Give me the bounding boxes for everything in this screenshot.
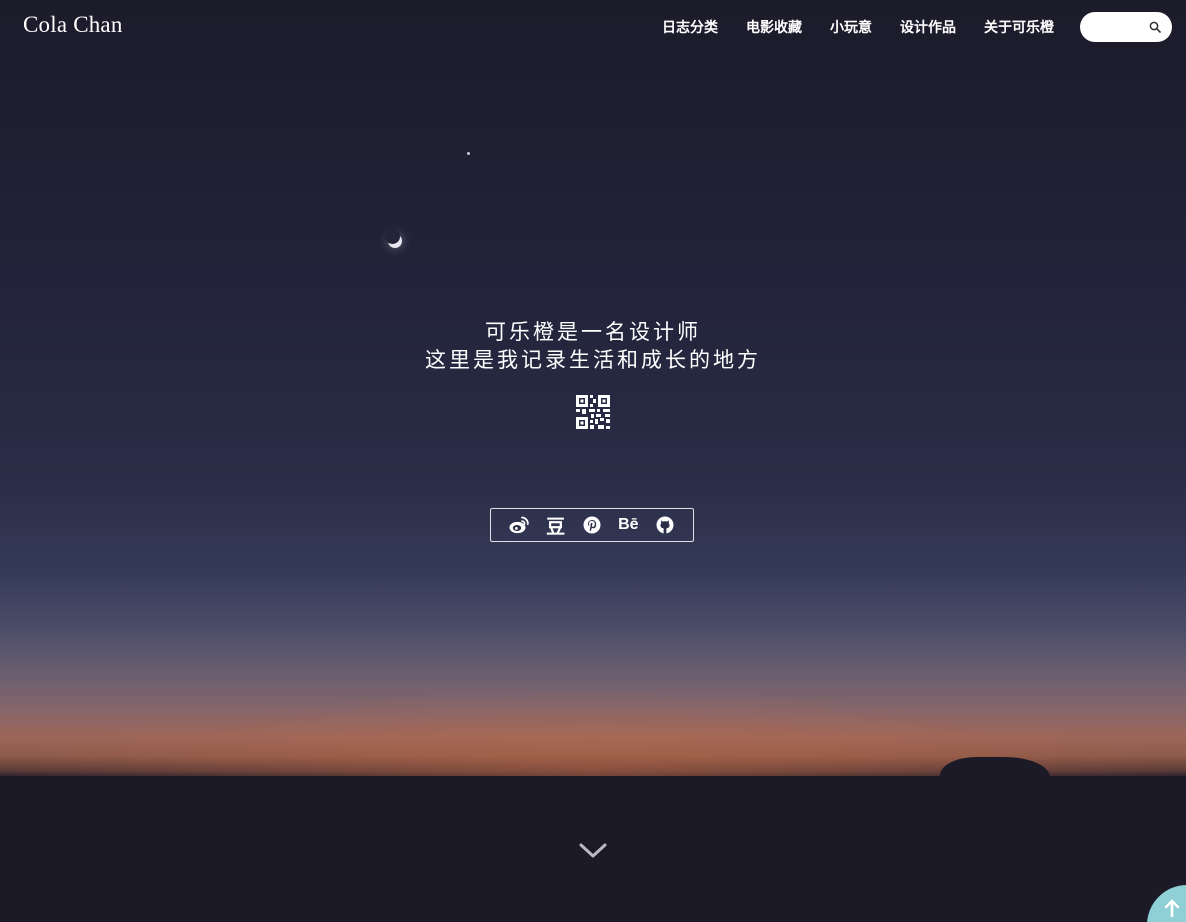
nav-item-gadgets[interactable]: 小玩意	[830, 18, 872, 36]
github-icon[interactable]	[653, 513, 677, 537]
arrow-up-icon	[1164, 899, 1180, 917]
search-icon[interactable]	[1149, 21, 1161, 33]
qr-code-icon[interactable]	[576, 395, 610, 429]
nav-item-about[interactable]: 关于可乐橙	[984, 18, 1054, 36]
hero-line-2: 这里是我记录生活和成长的地方	[425, 348, 761, 372]
nav-item-categories[interactable]: 日志分类	[662, 18, 718, 36]
social-links: 豆 Bē	[490, 508, 694, 542]
search-input[interactable]	[1090, 17, 1152, 39]
search-box	[1080, 12, 1172, 42]
hero-line-1: 可乐橙是一名设计师	[485, 320, 701, 344]
weibo-icon[interactable]	[507, 513, 531, 537]
hero-tagline: 可乐橙是一名设计师 这里是我记录生活和成长的地方	[0, 318, 1186, 374]
chevron-down-icon[interactable]	[578, 840, 608, 862]
nav-item-design-works[interactable]: 设计作品	[900, 18, 956, 36]
star	[467, 152, 470, 155]
main-nav: 日志分类 电影收藏 小玩意 设计作品 关于可乐橙	[662, 18, 1054, 36]
nav-item-movies[interactable]: 电影收藏	[746, 18, 802, 36]
douban-icon[interactable]: 豆	[544, 513, 568, 538]
behance-icon[interactable]: Bē	[616, 513, 640, 537]
site-logo[interactable]: Cola Chan	[23, 12, 123, 38]
moon	[385, 229, 402, 248]
landing-page: Cola Chan 日志分类 电影收藏 小玩意 设计作品 关于可乐橙 可乐橙是一…	[0, 0, 1186, 922]
pinterest-icon[interactable]	[580, 513, 604, 537]
